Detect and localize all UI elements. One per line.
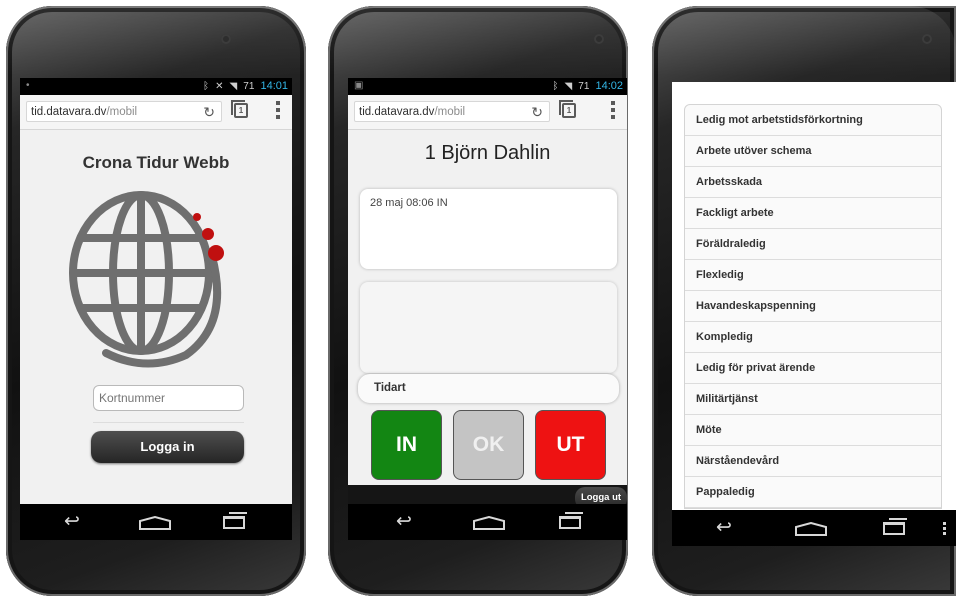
- bluetooth-icon: ᛒ: [203, 81, 209, 92]
- url-field[interactable]: tid.datavara.dv/mobil ↻: [354, 101, 550, 122]
- list-item[interactable]: Flexledig: [685, 260, 941, 291]
- url-host: tid.datavara.dv: [31, 106, 107, 118]
- url-host: tid.datavara.dv: [359, 106, 435, 118]
- reload-icon[interactable]: ↻: [531, 104, 543, 120]
- list-item[interactable]: Fackligt arbete: [685, 198, 941, 229]
- list-item[interactable]: Ledig mot arbetstidsförkortning: [685, 105, 941, 136]
- front-camera: [922, 34, 932, 44]
- phone-login: • ᛒ ✕ ◥ 71 14:01 tid.datavara.dv/mobil ↻…: [6, 6, 306, 596]
- time-type-select[interactable]: Tidart: [358, 374, 619, 403]
- home-icon[interactable]: [472, 516, 506, 530]
- status-icons: ᛒ ✕ ◥ 71 14:01: [203, 80, 288, 92]
- back-icon[interactable]: ↩: [64, 512, 80, 531]
- globe-logo: [69, 191, 224, 368]
- screen-time-types: Ledig mot arbetstidsförkortning Arbete u…: [672, 82, 956, 546]
- info-panel: [360, 282, 617, 373]
- status-bar: • ᛒ ✕ ◥ 71 14:01: [20, 78, 292, 95]
- overflow-menu-icon[interactable]: [276, 101, 280, 122]
- android-nav-bar: ↩: [348, 504, 627, 540]
- recent-apps-icon[interactable]: [559, 512, 583, 529]
- list-item[interactable]: Kompledig: [685, 322, 941, 353]
- front-camera: [594, 34, 604, 44]
- red-dot-medium: [202, 228, 214, 240]
- log-entry: 28 maj 08:06 IN: [370, 197, 448, 209]
- phone-gloss: [652, 6, 956, 76]
- reload-icon[interactable]: ↻: [203, 104, 215, 120]
- bluetooth-icon: ᛒ: [552, 81, 559, 92]
- recent-apps-icon[interactable]: [223, 512, 247, 529]
- status-bar: ▣ ᛒ ◥ 71 14:02: [348, 78, 627, 95]
- list-item[interactable]: Arbetsskada: [685, 167, 941, 198]
- screen-login: • ᛒ ✕ ◥ 71 14:01 tid.datavara.dv/mobil ↻…: [20, 78, 292, 540]
- red-dot-large: [208, 245, 224, 261]
- url-path: /mobil: [434, 106, 466, 118]
- employee-name: 1 Björn Dahlin: [424, 142, 551, 164]
- tabs-icon[interactable]: 1: [559, 100, 576, 118]
- recent-apps-icon[interactable]: [883, 518, 907, 535]
- login-button[interactable]: Logga in: [91, 431, 244, 463]
- home-icon[interactable]: [138, 516, 172, 530]
- android-nav-bar: ↩: [20, 504, 292, 540]
- list-item[interactable]: Arbete utöver schema: [685, 136, 941, 167]
- status-time: 14:02: [595, 80, 623, 92]
- wifi-icon: ◥: [229, 81, 238, 92]
- android-nav-bar: ↩: [672, 510, 956, 546]
- status-icons: ᛒ ◥ 71 14:02: [552, 80, 623, 92]
- punch-log-panel: 28 maj 08:06 IN: [360, 189, 617, 269]
- phone-gloss: [328, 6, 628, 76]
- back-icon[interactable]: ↩: [716, 518, 732, 537]
- list-item[interactable]: Föräldraledig: [685, 229, 941, 260]
- punch-in-button[interactable]: IN: [371, 410, 442, 480]
- list-item[interactable]: Havandeskapspenning: [685, 291, 941, 322]
- red-dot-small: [193, 213, 201, 221]
- browser-toolbar: tid.datavara.dv/mobil ↻ 1: [348, 95, 627, 130]
- battery-icon: 71: [243, 81, 255, 92]
- url-path: /mobil: [106, 106, 138, 118]
- browser-toolbar: tid.datavara.dv/mobil ↻ 1: [20, 95, 292, 130]
- url-field[interactable]: tid.datavara.dv/mobil ↻: [26, 101, 222, 122]
- battery-icon: 71: [578, 81, 590, 92]
- back-icon[interactable]: ↩: [396, 512, 412, 531]
- list-item[interactable]: Ledig för privat ärende: [685, 353, 941, 384]
- wifi-icon: ◥: [564, 81, 573, 92]
- time-type-list: Ledig mot arbetstidsförkortning Arbete u…: [684, 104, 942, 509]
- front-camera: [221, 34, 231, 44]
- notification-dot-icon: •: [26, 80, 30, 91]
- list-item[interactable]: Möte: [685, 415, 941, 446]
- phone-time-types: Ledig mot arbetstidsförkortning Arbete u…: [652, 6, 956, 596]
- overflow-menu-icon[interactable]: [611, 101, 615, 122]
- divider: [93, 422, 244, 423]
- mute-icon: ✕: [215, 81, 224, 92]
- tabs-icon[interactable]: 1: [231, 100, 248, 118]
- phone-punch: ▣ ᛒ ◥ 71 14:02 tid.datavara.dv/mobil ↻ 1…: [328, 6, 628, 596]
- screenshot-icon: ▣: [354, 80, 364, 91]
- overflow-menu-icon[interactable]: [943, 522, 946, 537]
- status-time: 14:01: [260, 80, 288, 92]
- card-number-input[interactable]: [93, 385, 244, 411]
- list-item[interactable]: Pappaledig: [685, 477, 941, 508]
- list-item[interactable]: Närståendevård: [685, 446, 941, 477]
- home-icon[interactable]: [794, 522, 828, 536]
- screen-punch: ▣ ᛒ ◥ 71 14:02 tid.datavara.dv/mobil ↻ 1…: [348, 78, 627, 540]
- punch-out-button[interactable]: UT: [535, 410, 606, 480]
- phone-gloss: [6, 6, 306, 76]
- list-item[interactable]: Militärtjänst: [685, 384, 941, 415]
- ok-button[interactable]: OK: [453, 410, 524, 480]
- page-title: Crona Tidur Webb: [82, 153, 230, 172]
